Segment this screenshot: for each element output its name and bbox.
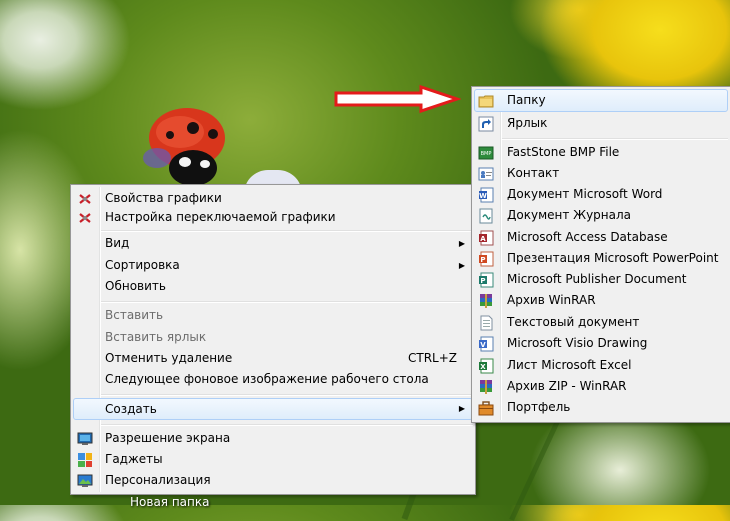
menu-separator bbox=[101, 424, 473, 426]
menu-item-sort[interactable]: Сортировка ▶ bbox=[73, 255, 473, 276]
submenu-item-zip-archive[interactable]: Архив ZIP - WinRAR bbox=[474, 376, 728, 397]
menu-item-label: Отменить удаление bbox=[105, 351, 233, 365]
submenu-item-excel[interactable]: X Лист Microsoft Excel bbox=[474, 355, 728, 376]
menu-item-refresh[interactable]: Обновить bbox=[73, 276, 473, 297]
menu-item-label: Вставить ярлык bbox=[105, 330, 207, 344]
create-submenu: Папку Ярлык BMP FastStone BMP File Конта… bbox=[471, 86, 730, 423]
winrar-icon bbox=[480, 294, 492, 308]
submenu-arrow-icon: ▶ bbox=[458, 239, 465, 248]
svg-text:P: P bbox=[480, 277, 485, 285]
submenu-item-journal[interactable]: Документ Журнала bbox=[474, 205, 728, 226]
submenu-item-folder[interactable]: Папку bbox=[474, 89, 728, 112]
svg-text:BMP: BMP bbox=[481, 151, 492, 157]
menu-item-create[interactable]: Создать ▶ bbox=[73, 398, 473, 420]
svg-text:P: P bbox=[480, 256, 485, 264]
submenu-item-label: Портфель bbox=[507, 400, 571, 414]
submenu-item-label: FastStone BMP File bbox=[507, 145, 620, 159]
submenu-item-visio[interactable]: V Microsoft Visio Drawing bbox=[474, 333, 728, 354]
submenu-item-label: Лист Microsoft Excel bbox=[507, 358, 632, 372]
menu-item-undo-delete[interactable]: Отменить удаление CTRL+Z bbox=[73, 348, 473, 369]
menu-item-label: Персонализация bbox=[105, 473, 211, 487]
submenu-item-word[interactable]: W Документ Microsoft Word bbox=[474, 184, 728, 205]
visio-icon: V bbox=[479, 336, 494, 352]
submenu-item-label: Microsoft Access Database bbox=[507, 230, 668, 244]
menu-item-label: Гаджеты bbox=[105, 452, 163, 466]
submenu-arrow-icon: ▶ bbox=[458, 261, 465, 270]
menu-item-paste-shortcut: Вставить ярлык bbox=[73, 327, 473, 348]
access-icon: A bbox=[479, 230, 494, 246]
menu-item-personalization[interactable]: Персонализация bbox=[73, 470, 473, 491]
submenu-arrow-icon: ▶ bbox=[458, 404, 465, 413]
switchable-graphics-icon bbox=[79, 213, 91, 223]
red-arrow-pointer bbox=[334, 84, 461, 114]
menu-item-view[interactable]: Вид ▶ bbox=[73, 233, 473, 254]
menu-item-gadgets[interactable]: Гаджеты bbox=[73, 449, 473, 470]
shortcut-icon bbox=[478, 116, 494, 132]
screen-resolution-icon bbox=[77, 432, 93, 445]
submenu-item-text-document[interactable]: Текстовый документ bbox=[474, 312, 728, 333]
menu-item-label: Разрешение экрана bbox=[105, 431, 231, 445]
shortcut-label: CTRL+Z bbox=[407, 351, 457, 365]
menu-item-label: Настройка переключаемой графики bbox=[105, 210, 336, 224]
submenu-item-label: Документ Журнала bbox=[507, 208, 632, 222]
submenu-item-contact[interactable]: Контакт bbox=[474, 163, 728, 184]
folder-icon bbox=[478, 95, 494, 108]
word-icon: W bbox=[479, 187, 494, 203]
briefcase-icon bbox=[478, 401, 494, 416]
menu-item-label: Вставить bbox=[105, 308, 164, 322]
menu-item-next-background[interactable]: Следующее фоновое изображение рабочего с… bbox=[73, 369, 473, 390]
submenu-item-label: Папку bbox=[507, 93, 546, 107]
contact-icon bbox=[478, 167, 494, 181]
zip-archive-icon bbox=[480, 380, 492, 394]
publisher-icon: P bbox=[479, 272, 494, 288]
menu-item-screen-resolution[interactable]: Разрешение экрана bbox=[73, 428, 473, 449]
ladybug-image bbox=[143, 108, 225, 186]
svg-text:A: A bbox=[480, 235, 486, 243]
menu-item-graphics-properties[interactable]: Свойства графики bbox=[73, 188, 473, 209]
menu-item-switchable-graphics[interactable]: Настройка переключаемой графики bbox=[73, 207, 473, 228]
submenu-item-label: Документ Microsoft Word bbox=[507, 187, 663, 201]
submenu-item-label: Архив ZIP - WinRAR bbox=[507, 379, 627, 393]
menu-separator bbox=[502, 138, 728, 140]
submenu-item-label: Текстовый документ bbox=[507, 315, 640, 329]
menu-separator bbox=[101, 230, 473, 232]
submenu-item-label: Ярлык bbox=[507, 116, 548, 130]
grass-stem bbox=[509, 410, 565, 521]
menu-item-label: Создать bbox=[105, 402, 157, 416]
menu-item-paste: Вставить bbox=[73, 305, 473, 326]
submenu-item-shortcut[interactable]: Ярлык bbox=[474, 113, 728, 134]
menu-item-label: Следующее фоновое изображение рабочего с… bbox=[105, 372, 429, 386]
personalization-icon bbox=[77, 474, 93, 487]
submenu-item-bmp-file[interactable]: BMP FastStone BMP File bbox=[474, 142, 728, 163]
submenu-item-label: Архив WinRAR bbox=[507, 293, 596, 307]
svg-text:V: V bbox=[480, 341, 486, 349]
submenu-item-label: Microsoft Visio Drawing bbox=[507, 336, 648, 350]
submenu-item-label: Контакт bbox=[507, 166, 560, 180]
submenu-item-label: Microsoft Publisher Document bbox=[507, 272, 687, 286]
submenu-item-publisher[interactable]: P Microsoft Publisher Document bbox=[474, 269, 728, 290]
graphics-properties-icon bbox=[79, 194, 91, 204]
journal-icon bbox=[479, 208, 493, 224]
svg-text:X: X bbox=[480, 363, 486, 371]
menu-item-label: Сортировка bbox=[105, 258, 180, 272]
submenu-item-label: Презентация Microsoft PowerPoint bbox=[507, 251, 719, 265]
menu-item-label: Вид bbox=[105, 236, 130, 250]
excel-icon: X bbox=[479, 358, 494, 374]
menu-item-label: Обновить bbox=[105, 279, 166, 293]
powerpoint-icon: P bbox=[479, 251, 494, 267]
submenu-item-briefcase[interactable]: Портфель bbox=[474, 397, 728, 418]
submenu-item-winrar[interactable]: Архив WinRAR bbox=[474, 290, 728, 311]
desktop-folder-caption: Новая папка bbox=[130, 495, 210, 509]
submenu-item-powerpoint[interactable]: P Презентация Microsoft PowerPoint bbox=[474, 248, 728, 269]
svg-text:W: W bbox=[479, 192, 487, 200]
bmp-file-icon: BMP bbox=[478, 146, 494, 160]
desktop-context-menu: Свойства графики Настройка переключаемой… bbox=[70, 184, 476, 495]
menu-separator bbox=[101, 301, 473, 303]
menu-item-label: Свойства графики bbox=[105, 191, 222, 205]
menu-separator bbox=[101, 394, 473, 396]
text-document-icon bbox=[480, 315, 493, 331]
gadgets-icon bbox=[78, 453, 92, 467]
submenu-item-access[interactable]: A Microsoft Access Database bbox=[474, 227, 728, 248]
